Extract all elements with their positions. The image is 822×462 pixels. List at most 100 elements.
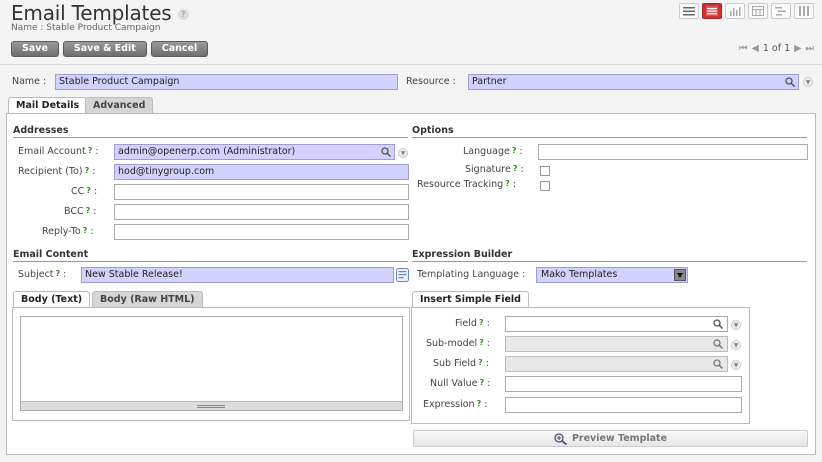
first-record-icon[interactable]: ⏮ xyxy=(739,43,748,54)
next-record-icon[interactable]: ▶ xyxy=(794,43,801,54)
cc-input[interactable] xyxy=(114,184,409,200)
bcc-label: BCC? : xyxy=(64,206,97,217)
tab-mail-details[interactable]: Mail Details xyxy=(8,97,88,114)
subject-label: Subject? : xyxy=(18,269,67,280)
language-input[interactable] xyxy=(538,144,808,160)
reply-to-label: Reply-To? : xyxy=(42,226,94,237)
help-icon[interactable]: ? xyxy=(505,179,510,188)
help-icon[interactable]: ? xyxy=(88,146,93,155)
resource-tracking-checkbox[interactable] xyxy=(540,181,550,191)
help-icon[interactable]: ? xyxy=(512,146,517,155)
expression-builder-divider xyxy=(412,261,807,262)
email-account-label: Email Account? : xyxy=(18,146,99,157)
record-count: 1 of 1 xyxy=(762,43,791,54)
body-text-textarea[interactable] xyxy=(20,316,403,411)
list-view-icon[interactable] xyxy=(679,3,699,19)
tab-advanced[interactable]: Advanced xyxy=(85,97,154,114)
null-value-input[interactable] xyxy=(505,376,742,392)
preview-template-button[interactable]: Preview Template xyxy=(413,430,808,447)
sub-field-dropdown-icon: ▼ xyxy=(731,360,741,370)
help-icon[interactable]: ? xyxy=(479,338,484,347)
sub-field-label: Sub Field? : xyxy=(433,358,489,369)
language-label: Language? : xyxy=(463,146,523,157)
email-account-dropdown-icon[interactable]: ▼ xyxy=(398,148,408,158)
email-account-search-icon[interactable] xyxy=(381,147,391,157)
subject-input[interactable]: New Stable Release! xyxy=(81,267,394,283)
graph-view-icon[interactable] xyxy=(725,3,745,19)
templating-language-label: Templating Language : xyxy=(417,269,526,280)
null-value-label: Null Value? : xyxy=(430,378,491,389)
field-input[interactable] xyxy=(505,316,728,332)
resource-label: Resource : xyxy=(406,76,456,87)
resource-tracking-label: Resource Tracking? : xyxy=(417,179,517,190)
sub-model-search-icon xyxy=(713,339,723,349)
signature-label: Signature? : xyxy=(465,164,524,175)
tab-body-raw-html[interactable]: Body (Raw HTML) xyxy=(92,291,203,308)
select-arrow-icon xyxy=(674,269,686,281)
sub-model-dropdown-icon: ▼ xyxy=(731,340,741,350)
recipient-input[interactable]: hod@tinygroup.com xyxy=(114,164,409,180)
pager: ⏮ ◀ 1 of 1 ▶ ⏭ xyxy=(739,43,814,54)
email-content-section-title: Email Content xyxy=(13,249,89,260)
recipient-label: Recipient (To)? : xyxy=(18,166,96,177)
preview-magnifier-icon xyxy=(554,432,568,445)
reply-to-input[interactable] xyxy=(114,224,409,240)
resource-input[interactable]: Partner xyxy=(468,74,799,90)
name-input[interactable]: Stable Product Campaign xyxy=(55,74,398,90)
sub-model-input xyxy=(505,336,728,352)
addresses-divider xyxy=(13,137,408,138)
options-divider xyxy=(412,137,807,138)
preview-template-label: Preview Template xyxy=(571,433,668,444)
save-button[interactable]: Save xyxy=(11,41,59,57)
field-dropdown-icon[interactable]: ▼ xyxy=(731,320,741,330)
calendar-view-icon[interactable] xyxy=(748,3,768,19)
help-icon[interactable]: ? xyxy=(83,226,88,235)
help-icon[interactable]: ? xyxy=(479,318,484,327)
help-icon[interactable]: ? xyxy=(480,378,485,387)
expression-input[interactable] xyxy=(505,397,742,413)
gantt-view-icon[interactable] xyxy=(771,3,791,19)
translate-icon[interactable] xyxy=(396,268,409,282)
addresses-section-title: Addresses xyxy=(13,125,69,136)
options-section-title: Options xyxy=(412,125,454,136)
form-toolbar: Save Save & Edit Cancel xyxy=(11,41,209,57)
field-label: Field? : xyxy=(455,318,490,329)
resource-dropdown-icon[interactable]: ▼ xyxy=(803,77,813,87)
tab-body-text[interactable]: Body (Text) xyxy=(13,291,91,308)
templating-language-value: Mako Templates xyxy=(541,269,618,280)
expression-builder-section-title: Expression Builder xyxy=(412,249,513,260)
kanban-view-icon[interactable] xyxy=(794,3,814,19)
email-content-divider xyxy=(13,261,408,262)
help-icon[interactable]: ? xyxy=(86,206,91,215)
help-icon[interactable]: ? xyxy=(177,9,189,20)
cancel-button[interactable]: Cancel xyxy=(150,41,209,57)
help-icon[interactable]: ? xyxy=(478,358,483,367)
name-label: Name : xyxy=(12,76,47,87)
signature-checkbox[interactable] xyxy=(540,166,550,176)
bcc-input[interactable] xyxy=(114,204,409,220)
view-switcher xyxy=(679,3,814,19)
sub-field-search-icon xyxy=(713,359,723,369)
help-icon[interactable]: ? xyxy=(513,164,518,173)
help-icon[interactable]: ? xyxy=(86,186,91,195)
header-divider xyxy=(0,64,822,65)
tab-insert-simple-field[interactable]: Insert Simple Field xyxy=(412,291,529,308)
templating-language-select[interactable]: Mako Templates xyxy=(536,267,688,283)
help-icon[interactable]: ? xyxy=(85,166,90,175)
expression-label: Expression? : xyxy=(423,399,488,410)
previous-record-icon[interactable]: ◀ xyxy=(752,43,759,54)
last-record-icon[interactable]: ⏭ xyxy=(805,43,814,54)
cc-label: CC? : xyxy=(71,186,98,197)
sub-model-label: Sub-model? : xyxy=(426,338,490,349)
resource-search-icon[interactable] xyxy=(785,77,795,87)
help-icon[interactable]: ? xyxy=(56,269,61,278)
save-edit-button[interactable]: Save & Edit xyxy=(62,41,147,57)
help-icon[interactable]: ? xyxy=(477,399,482,408)
email-account-input[interactable]: admin@openerp.com (Administrator) xyxy=(114,144,395,160)
field-search-icon[interactable] xyxy=(713,319,723,329)
page-subtitle: Name : Stable Product Campaign xyxy=(11,23,161,33)
sub-field-input xyxy=(505,356,728,372)
textarea-resize-handle[interactable] xyxy=(21,401,402,410)
page-title: Email Templates? xyxy=(11,1,189,25)
form-view-icon[interactable] xyxy=(702,3,722,19)
